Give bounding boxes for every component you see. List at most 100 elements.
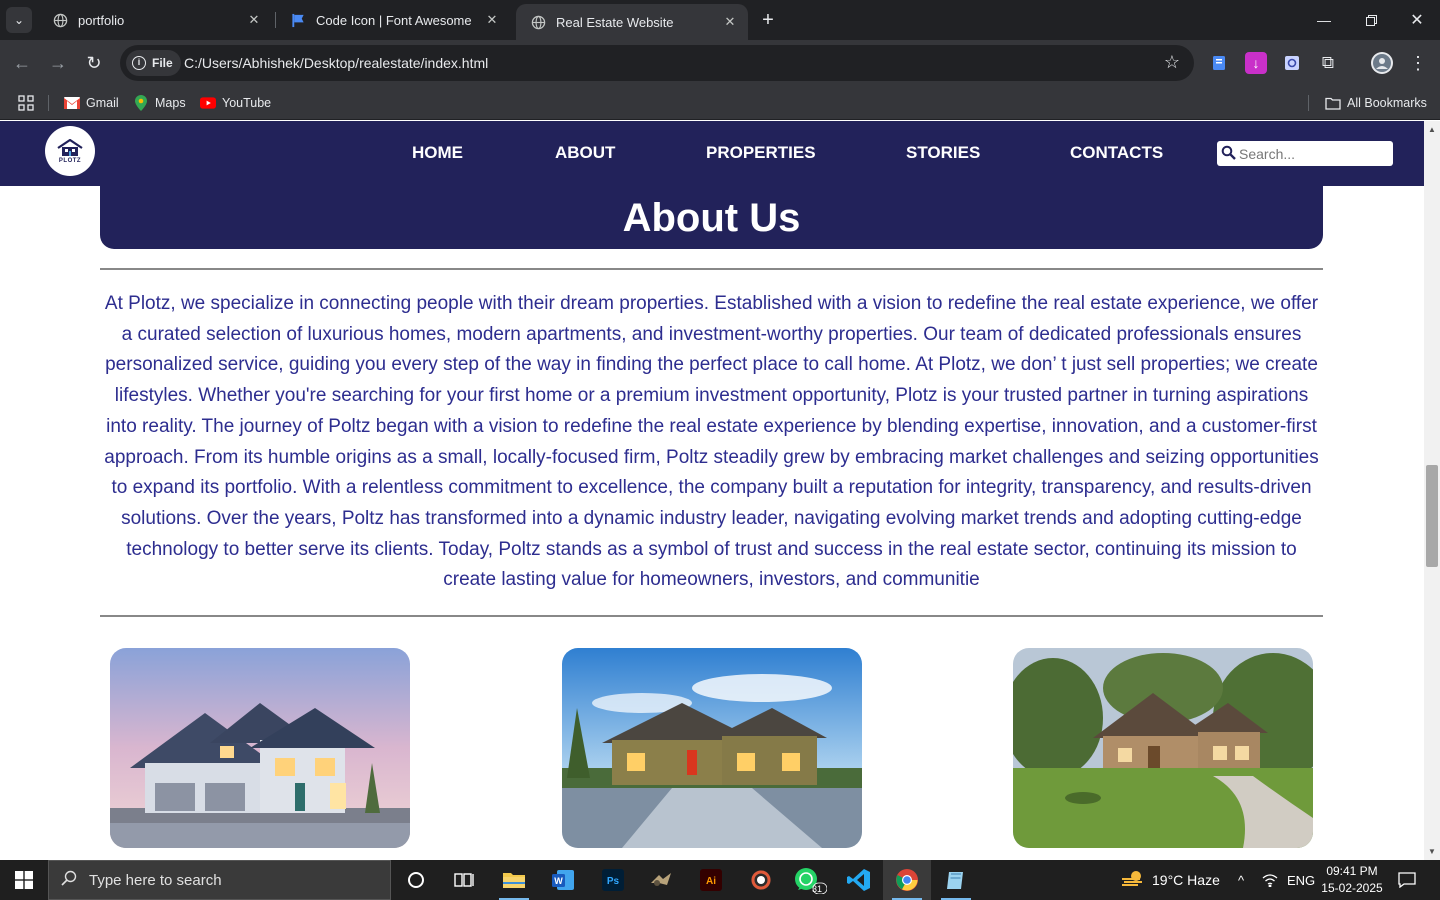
notepad-icon[interactable] bbox=[932, 860, 980, 900]
wifi-icon[interactable] bbox=[1262, 860, 1278, 900]
search-icon bbox=[49, 870, 89, 891]
nav-properties[interactable]: PROPERTIES bbox=[706, 143, 816, 163]
clock-date: 15-02-2025 bbox=[1321, 881, 1383, 895]
close-icon[interactable]: ✕ bbox=[244, 10, 264, 30]
apps-grid-icon[interactable] bbox=[18, 93, 34, 113]
house-logo-icon bbox=[57, 138, 83, 157]
folder-icon bbox=[1325, 96, 1341, 110]
site-navbar: PLOTZ HOME ABOUT PROPERTIES STORIES CONT… bbox=[0, 121, 1424, 186]
bookmark-star-icon[interactable]: ☆ bbox=[1164, 52, 1180, 73]
property-image-3[interactable] bbox=[1013, 648, 1313, 848]
flag-icon bbox=[290, 12, 306, 28]
chevron-up-icon[interactable]: ^ bbox=[1238, 860, 1244, 900]
photoshop-icon[interactable]: Ps bbox=[589, 860, 637, 900]
bookmark-youtube[interactable]: YouTube bbox=[200, 93, 271, 113]
svg-text:Ai: Ai bbox=[706, 876, 716, 887]
bookmarks-divider bbox=[1308, 95, 1309, 111]
page-scrollbar[interactable]: ▲ ▼ bbox=[1424, 121, 1440, 860]
haze-icon bbox=[1120, 870, 1144, 891]
divider-bottom bbox=[100, 615, 1323, 617]
screen-reader-extension-icon[interactable] bbox=[1281, 52, 1303, 74]
property-image-2[interactable] bbox=[562, 648, 862, 848]
logo-text: PLOTZ bbox=[58, 157, 82, 164]
tab-real-estate[interactable]: Real Estate Website ✕ bbox=[516, 4, 748, 40]
browser-toolbar: ← → ↻ i File C:/Users/Abhishek/Desktop/r… bbox=[0, 40, 1440, 86]
nav-contacts[interactable]: CONTACTS bbox=[1070, 143, 1163, 163]
tab-portfolio[interactable]: portfolio ✕ bbox=[38, 0, 272, 40]
taskbar-search-placeholder: Type here to search bbox=[89, 871, 222, 889]
windows-start-icon[interactable] bbox=[0, 860, 48, 900]
chrome-icon[interactable] bbox=[883, 860, 931, 900]
reload-button[interactable]: ↻ bbox=[82, 51, 106, 75]
bookmarks-divider bbox=[48, 95, 49, 111]
bookmark-label: All Bookmarks bbox=[1347, 96, 1427, 110]
about-paragraph: At Plotz, we specialize in connecting pe… bbox=[104, 293, 1319, 591]
weather-widget[interactable]: 19°C Haze bbox=[1120, 860, 1220, 900]
clock-time: 09:41 PM bbox=[1326, 864, 1378, 878]
windows-taskbar: Type here to search W Ps Ai 31 19°C Haze… bbox=[0, 860, 1440, 900]
bookmark-maps[interactable]: Maps bbox=[133, 93, 186, 113]
puzzle-icon[interactable]: ⧉ bbox=[1317, 52, 1339, 74]
tab-title: Real Estate Website bbox=[556, 14, 674, 30]
divider-top bbox=[100, 268, 1323, 270]
tab-title: portfolio bbox=[78, 12, 125, 28]
tab-search-button[interactable]: ⌄ bbox=[6, 7, 32, 33]
bookmark-label: YouTube bbox=[222, 96, 272, 110]
url-text[interactable]: C:/Users/Abhishek/Desktop/realestate/ind… bbox=[184, 55, 488, 71]
back-button[interactable]: ← bbox=[10, 51, 34, 75]
weather-text: 19°C Haze bbox=[1152, 872, 1220, 888]
tab-strip: ⌄ portfolio ✕ Code Icon | Font Awesome ✕… bbox=[0, 0, 1440, 40]
download-extension-icon[interactable]: ↓ bbox=[1245, 52, 1267, 74]
system-clock[interactable]: 09:41 PM 15-02-2025 bbox=[1314, 863, 1390, 897]
all-bookmarks-button[interactable]: All Bookmarks bbox=[1325, 93, 1427, 113]
new-tab-button[interactable]: + bbox=[757, 9, 779, 31]
about-title: About Us bbox=[622, 195, 801, 240]
search-input[interactable] bbox=[1239, 145, 1389, 162]
nav-home[interactable]: HOME bbox=[412, 143, 463, 163]
bookmark-gmail[interactable]: Gmail bbox=[64, 93, 119, 113]
game-app-icon[interactable] bbox=[637, 860, 685, 900]
site-search[interactable] bbox=[1217, 141, 1393, 166]
scroll-up-icon[interactable]: ▲ bbox=[1428, 125, 1436, 134]
tab-title: Code Icon | Font Awesome bbox=[316, 12, 472, 28]
info-icon: i bbox=[132, 56, 146, 70]
task-view-icon[interactable] bbox=[440, 860, 488, 900]
docs-extension-icon[interactable] bbox=[1208, 52, 1230, 74]
close-icon[interactable]: ✕ bbox=[720, 12, 740, 32]
property-image-1[interactable] bbox=[110, 648, 410, 848]
notification-badge: 31 bbox=[812, 884, 823, 894]
scroll-down-icon[interactable]: ▼ bbox=[1428, 847, 1436, 856]
cortana-icon[interactable] bbox=[392, 860, 440, 900]
bookmark-label: Maps bbox=[155, 96, 186, 110]
globe-icon bbox=[530, 14, 546, 30]
restore-button[interactable] bbox=[1348, 0, 1394, 40]
address-bar[interactable]: i File C:/Users/Abhishek/Desktop/realest… bbox=[120, 45, 1194, 81]
tab-code-icon[interactable]: Code Icon | Font Awesome ✕ bbox=[276, 0, 510, 40]
close-window-button[interactable]: ✕ bbox=[1394, 0, 1440, 40]
nav-stories[interactable]: STORIES bbox=[906, 143, 980, 163]
chip-label: File bbox=[152, 56, 173, 70]
vscode-icon[interactable] bbox=[835, 860, 883, 900]
scrollbar-thumb[interactable] bbox=[1426, 465, 1438, 567]
close-icon[interactable]: ✕ bbox=[482, 10, 502, 30]
nav-about[interactable]: ABOUT bbox=[555, 143, 615, 163]
whatsapp-icon[interactable]: 31 bbox=[786, 860, 834, 900]
illustrator-icon[interactable]: Ai bbox=[687, 860, 735, 900]
word-icon[interactable]: W bbox=[539, 860, 587, 900]
youtube-icon bbox=[200, 96, 216, 110]
bookmark-label: Gmail bbox=[86, 96, 119, 110]
maps-icon bbox=[133, 95, 149, 111]
language-indicator[interactable]: ENG bbox=[1287, 860, 1315, 900]
notification-center-icon[interactable] bbox=[1398, 860, 1416, 900]
davinci-icon[interactable] bbox=[737, 860, 785, 900]
site-logo[interactable]: PLOTZ bbox=[45, 126, 95, 176]
minimize-button[interactable]: — bbox=[1301, 0, 1347, 40]
profile-avatar[interactable] bbox=[1371, 52, 1393, 74]
file-explorer-icon[interactable] bbox=[490, 860, 538, 900]
taskbar-search[interactable]: Type here to search bbox=[48, 860, 391, 900]
about-banner: About Us bbox=[100, 177, 1323, 249]
site-info-chip[interactable]: i File bbox=[126, 50, 181, 76]
forward-button[interactable]: → bbox=[46, 51, 70, 75]
chevron-down-icon: ⌄ bbox=[13, 13, 25, 27]
more-menu-icon[interactable]: ⋮ bbox=[1407, 52, 1429, 74]
